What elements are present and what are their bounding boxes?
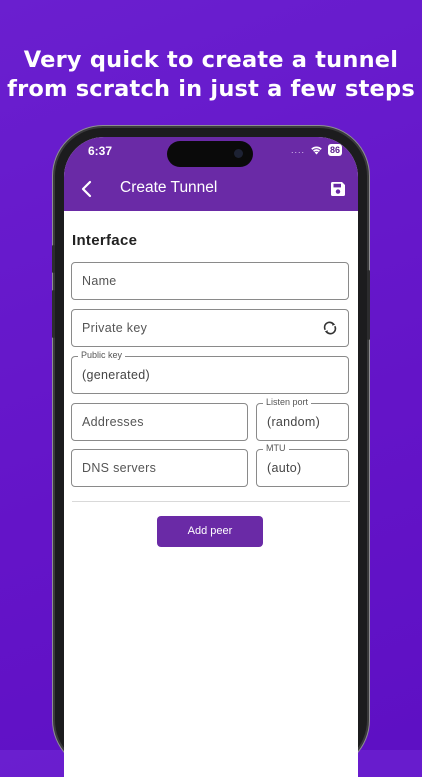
public-key-label: Public key (78, 350, 126, 360)
status-indicators: .... 86 (291, 144, 342, 156)
save-button[interactable] (330, 181, 346, 197)
add-peer-button[interactable]: Add peer (157, 516, 263, 547)
status-time: 6:37 (88, 144, 113, 158)
chevron-left-icon (81, 180, 92, 198)
save-icon (331, 182, 345, 196)
listen-port-value: (random) (267, 415, 321, 429)
app-bar: 6:37 .... 86 Create Tunnel (64, 137, 358, 211)
back-button[interactable] (78, 179, 96, 199)
divider (72, 501, 350, 502)
phone-side-button (52, 245, 55, 273)
phone-side-button (367, 270, 370, 340)
promo-line-2: from scratch in just a few steps (7, 76, 415, 102)
listen-port-label: Listen port (263, 397, 312, 407)
mtu-field[interactable]: MTU (auto) (256, 443, 349, 487)
mtu-label: MTU (263, 443, 289, 453)
public-key-field[interactable]: Public key (generated) (71, 350, 349, 394)
name-field-placeholder: Name (82, 274, 117, 288)
mtu-value: (auto) (267, 461, 302, 475)
app-bar-title: Create Tunnel (120, 179, 218, 196)
battery-icon: 86 (327, 144, 342, 156)
name-field[interactable]: Name (71, 262, 349, 300)
addresses-field-placeholder: Addresses (82, 415, 144, 429)
regenerate-key-button[interactable] (322, 320, 338, 336)
section-title-interface: Interface (72, 232, 138, 249)
camera-icon (234, 149, 243, 158)
phone-side-button (52, 290, 55, 338)
refresh-icon (323, 321, 337, 335)
promo-headline: Very quick to create a tunnel from scrat… (0, 46, 422, 104)
listen-port-field[interactable]: Listen port (random) (256, 397, 349, 441)
addresses-field[interactable]: Addresses (71, 403, 248, 441)
promo-line-1: Very quick to create a tunnel (23, 47, 399, 73)
signal-icon: .... (290, 145, 305, 155)
private-key-field-placeholder: Private key (82, 321, 148, 335)
wifi-icon (311, 146, 322, 155)
dns-servers-field-placeholder: DNS servers (82, 461, 157, 475)
dns-servers-field[interactable]: DNS servers (71, 449, 248, 487)
dynamic-island (167, 141, 253, 167)
public-key-value: (generated) (82, 368, 150, 382)
private-key-field[interactable]: Private key (71, 309, 349, 347)
app-screen: 6:37 .... 86 Create Tunnel Interface Nam… (64, 137, 358, 777)
